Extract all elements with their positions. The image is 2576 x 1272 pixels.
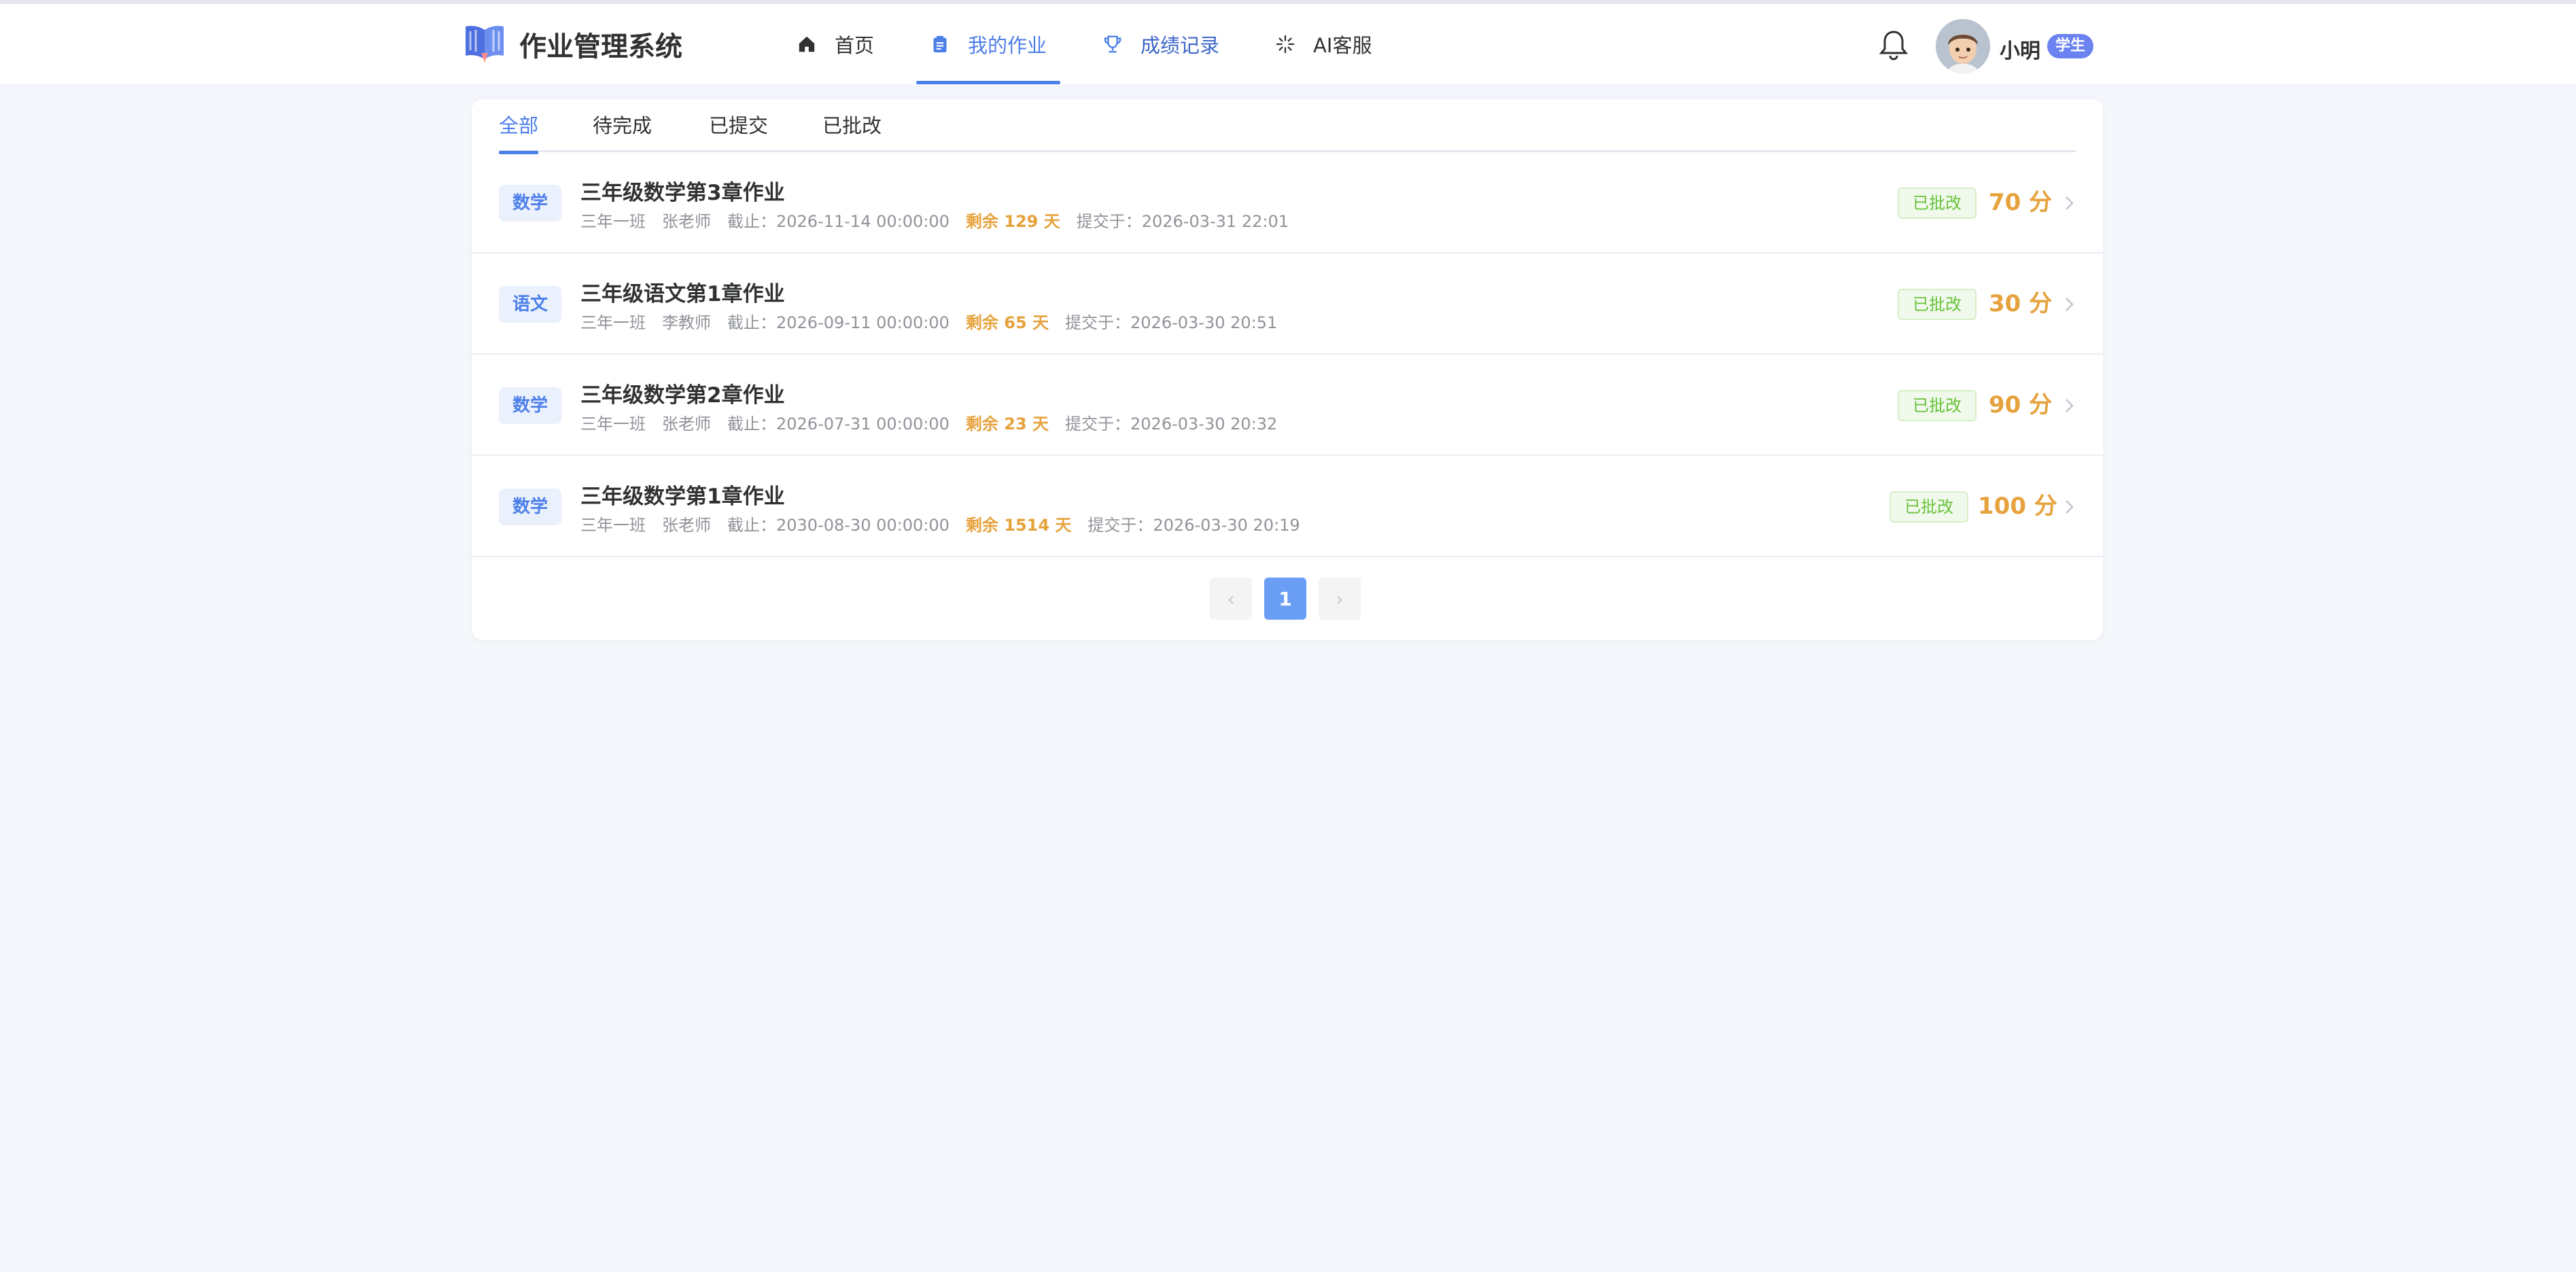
status-badge: 已批改 bbox=[1898, 188, 1977, 219]
prev-page-button[interactable]: ‹ bbox=[1210, 578, 1252, 620]
homework-list-card: 全部 待完成 已提交 已批改 数学 三年级数学第3章作业 三年一班 张老师 截止… bbox=[472, 99, 2103, 640]
tab-pending[interactable]: 待完成 bbox=[593, 99, 652, 152]
class-name: 三年一班 bbox=[580, 414, 646, 434]
top-header: 作业管理系统 首页 我的作业 成绩记录 AI客服 小明 学生 bbox=[0, 4, 2576, 84]
list-item[interactable]: 数学 三年级数学第3章作业 三年一班 张老师 截止：2026-11-14 00:… bbox=[472, 152, 2103, 253]
list-item[interactable]: 数学 三年级数学第2章作业 三年一班 张老师 截止：2026-07-31 00:… bbox=[472, 355, 2103, 456]
avatar[interactable] bbox=[1936, 19, 1990, 73]
score: 30 分 bbox=[1989, 290, 2053, 317]
class-name: 三年一班 bbox=[580, 212, 646, 231]
book-icon bbox=[464, 23, 506, 65]
status-badge: 已批改 bbox=[1898, 390, 1977, 421]
page-button-1[interactable]: 1 bbox=[1264, 578, 1306, 620]
nav-label: 首页 bbox=[835, 34, 875, 57]
submitted-time: 提交于：2026-03-30 20:19 bbox=[1087, 516, 1300, 535]
user-name[interactable]: 小明 bbox=[2000, 34, 2040, 64]
tab-all[interactable]: 全部 bbox=[499, 99, 539, 154]
class-name: 三年一班 bbox=[580, 516, 646, 535]
tab-graded[interactable]: 已批改 bbox=[822, 99, 882, 152]
deadline: 截止：2026-07-31 00:00:00 bbox=[727, 414, 950, 434]
subject-tag: 数学 bbox=[499, 185, 562, 222]
pagination: ‹ 1 › bbox=[1210, 578, 1373, 620]
list-item[interactable]: 语文 三年级语文第1章作业 三年一班 李教师 截止：2026-09-11 00:… bbox=[472, 253, 2103, 355]
homework-meta: 三年一班 张老师 截止：2030-08-30 00:00:00 剩余 1514 … bbox=[580, 512, 1317, 535]
remaining-days: 剩余 1514 天 bbox=[965, 516, 1072, 535]
homework-meta: 三年一班 李教师 截止：2026-09-11 00:00:00 剩余 65 天 … bbox=[580, 309, 1293, 333]
notification-bell-icon[interactable] bbox=[1879, 29, 1909, 61]
sparkle-icon bbox=[1275, 34, 1295, 54]
nav-item-grades[interactable]: 成绩记录 bbox=[1085, 4, 1237, 84]
next-page-button[interactable]: › bbox=[1319, 578, 1361, 620]
nav-item-my-homework[interactable]: 我的作业 bbox=[912, 4, 1064, 84]
app-logo[interactable]: 作业管理系统 bbox=[464, 23, 682, 65]
clipboard-icon bbox=[930, 34, 950, 54]
subject-tag: 数学 bbox=[499, 489, 562, 525]
remaining-days: 剩余 23 天 bbox=[965, 414, 1049, 434]
homework-title: 三年级数学第1章作业 bbox=[580, 484, 785, 509]
chevron-right-icon bbox=[2061, 194, 2077, 212]
subject-tag: 数学 bbox=[499, 387, 562, 424]
app-title: 作业管理系统 bbox=[519, 31, 682, 63]
homework-title: 三年级数学第2章作业 bbox=[580, 383, 785, 408]
homework-title: 三年级语文第1章作业 bbox=[580, 282, 785, 306]
remaining-days: 剩余 65 天 bbox=[965, 313, 1049, 332]
submitted-time: 提交于：2026-03-30 20:32 bbox=[1065, 414, 1278, 434]
chevron-right-icon bbox=[2061, 296, 2077, 313]
nav-label: 我的作业 bbox=[968, 34, 1047, 57]
deadline: 截止：2026-11-14 00:00:00 bbox=[727, 212, 950, 231]
score: 100 分 bbox=[1978, 493, 2057, 520]
homework-meta: 三年一班 张老师 截止：2026-11-14 00:00:00 剩余 129 天… bbox=[580, 208, 1305, 232]
nav-item-home[interactable]: 首页 bbox=[779, 4, 892, 84]
teacher-name: 张老师 bbox=[662, 212, 711, 231]
chevron-right-icon bbox=[2061, 397, 2077, 414]
list-item[interactable]: 数学 三年级数学第1章作业 三年一班 张老师 截止：2030-08-30 00:… bbox=[472, 456, 2103, 557]
homework-meta: 三年一班 张老师 截止：2026-07-31 00:00:00 剩余 23 天 … bbox=[580, 410, 1293, 434]
role-badge: 学生 bbox=[2047, 34, 2094, 58]
nav-label: AI客服 bbox=[1313, 34, 1372, 57]
filter-tabs: 全部 待完成 已提交 已批改 bbox=[499, 99, 2076, 154]
main-nav: 首页 我的作业 成绩记录 AI客服 bbox=[779, 4, 1389, 84]
class-name: 三年一班 bbox=[580, 313, 646, 332]
teacher-name: 李教师 bbox=[662, 313, 711, 332]
status-badge: 已批改 bbox=[1898, 289, 1977, 320]
score: 90 分 bbox=[1989, 391, 2053, 419]
nav-label: 成绩记录 bbox=[1141, 34, 1220, 57]
homework-title: 三年级数学第3章作业 bbox=[580, 181, 785, 205]
deadline: 截止：2026-09-11 00:00:00 bbox=[727, 313, 950, 332]
status-badge: 已批改 bbox=[1890, 491, 1968, 523]
teacher-name: 张老师 bbox=[662, 414, 711, 434]
home-icon bbox=[797, 34, 817, 54]
subject-tag: 语文 bbox=[499, 286, 562, 323]
nav-item-ai-service[interactable]: AI客服 bbox=[1257, 4, 1389, 84]
score: 70 分 bbox=[1989, 189, 2053, 216]
remaining-days: 剩余 129 天 bbox=[965, 212, 1060, 231]
trophy-icon bbox=[1102, 34, 1123, 54]
submitted-time: 提交于：2026-03-31 22:01 bbox=[1076, 212, 1289, 231]
deadline: 截止：2030-08-30 00:00:00 bbox=[727, 516, 950, 535]
chevron-right-icon bbox=[2061, 498, 2077, 516]
submitted-time: 提交于：2026-03-30 20:51 bbox=[1065, 313, 1278, 332]
tab-submitted[interactable]: 已提交 bbox=[709, 99, 768, 152]
teacher-name: 张老师 bbox=[662, 516, 711, 535]
